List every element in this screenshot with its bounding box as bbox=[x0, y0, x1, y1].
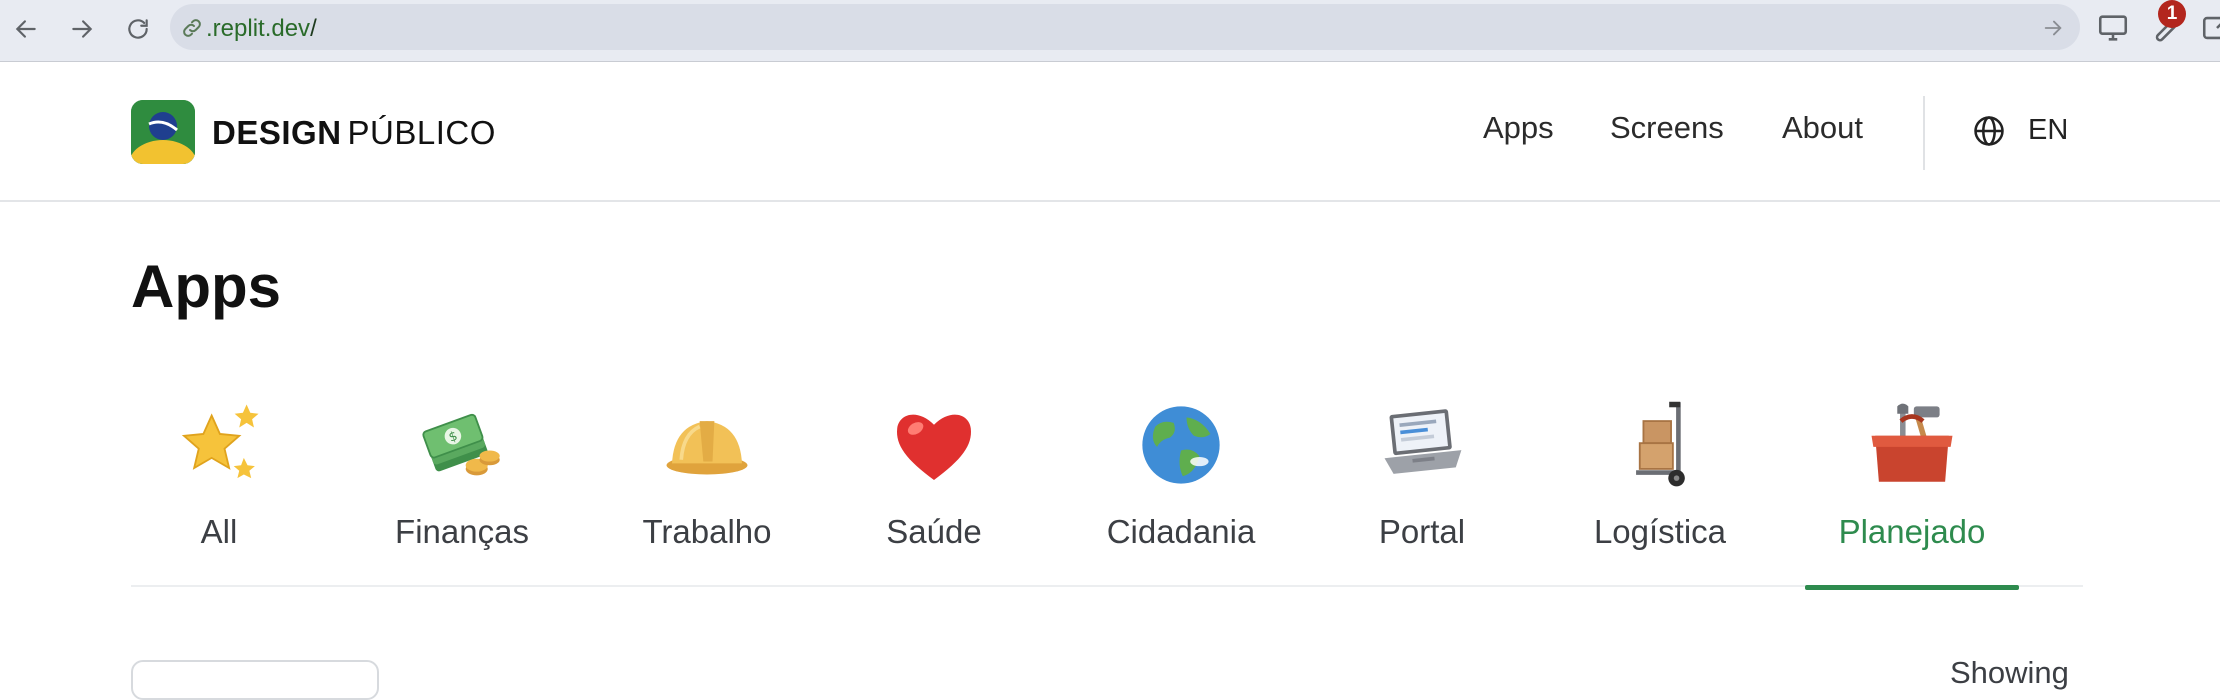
toolbox-icon bbox=[1862, 395, 1962, 495]
stars-icon bbox=[169, 395, 269, 495]
nav-about[interactable]: About bbox=[1782, 110, 1863, 146]
external-link-icon[interactable] bbox=[2200, 11, 2220, 45]
tab-label: All bbox=[200, 513, 238, 550]
tab-planejado[interactable]: Planejado bbox=[1805, 395, 2019, 590]
heart-icon bbox=[884, 395, 984, 495]
laptop-icon bbox=[1372, 395, 1472, 495]
brand-bold: DESIGN bbox=[212, 114, 342, 151]
tab-financas[interactable]: $ Finanças bbox=[374, 395, 550, 587]
globe-icon[interactable] bbox=[1972, 114, 2006, 148]
tab-portal[interactable]: Portal bbox=[1334, 395, 1510, 587]
browser-toolbar: .replit.dev/ 1 bbox=[0, 0, 2220, 62]
header-divider bbox=[1923, 96, 1925, 170]
brand-logo[interactable] bbox=[131, 100, 195, 164]
tab-label: Trabalho bbox=[642, 513, 772, 550]
filter-select[interactable] bbox=[131, 660, 379, 700]
reload-button[interactable] bbox=[118, 9, 158, 49]
globe-earth-icon bbox=[1131, 395, 1231, 495]
tab-label: Portal bbox=[1378, 513, 1466, 550]
monitor-icon[interactable] bbox=[2096, 11, 2130, 45]
tab-label: Cidadania bbox=[1106, 513, 1256, 550]
tab-label: Planejado bbox=[1838, 513, 1986, 550]
tab-label: Finanças bbox=[395, 513, 529, 550]
notification-badge: 1 bbox=[2158, 0, 2186, 28]
brand-regular: PÚBLICO bbox=[347, 114, 496, 151]
tab-all[interactable]: All bbox=[131, 395, 307, 587]
brand-name[interactable]: DESIGN PÚBLICO bbox=[212, 114, 496, 152]
hard-hat-icon bbox=[657, 395, 757, 495]
link-icon bbox=[183, 19, 201, 37]
active-tab-indicator bbox=[1805, 585, 2019, 590]
back-button[interactable] bbox=[6, 9, 46, 49]
page-title: Apps bbox=[131, 253, 281, 320]
tab-logistica[interactable]: Logística bbox=[1555, 395, 1765, 587]
hand-truck-icon bbox=[1610, 395, 1710, 495]
forward-button[interactable] bbox=[62, 9, 102, 49]
tab-saude[interactable]: Saúde bbox=[846, 395, 1022, 587]
site-header: DESIGN PÚBLICO Apps Screens About EN bbox=[0, 62, 2220, 202]
tab-label: Saúde bbox=[886, 513, 982, 550]
tab-cidadania[interactable]: Cidadania bbox=[1076, 395, 1286, 587]
results-count: Showing bbox=[1950, 655, 2069, 690]
nav-apps[interactable]: Apps bbox=[1483, 110, 1554, 146]
tab-trabalho[interactable]: Trabalho bbox=[619, 395, 795, 587]
arrow-left-icon bbox=[15, 20, 36, 38]
go-arrow-icon[interactable] bbox=[2042, 17, 2064, 39]
brazil-logo-icon bbox=[131, 100, 195, 164]
reload-icon bbox=[128, 19, 148, 39]
address-bar[interactable]: .replit.dev/ bbox=[170, 4, 2080, 50]
language-selector[interactable]: EN bbox=[2028, 114, 2068, 147]
money-icon: $ bbox=[412, 395, 512, 495]
category-tabs: All $ Finanças Trabalho Saúde Cidadania … bbox=[131, 395, 2083, 590]
tab-label: Logística bbox=[1593, 513, 1727, 550]
url-text: .replit.dev/ bbox=[206, 15, 317, 42]
nav-screens[interactable]: Screens bbox=[1610, 110, 1724, 146]
arrow-right-icon bbox=[72, 20, 93, 38]
